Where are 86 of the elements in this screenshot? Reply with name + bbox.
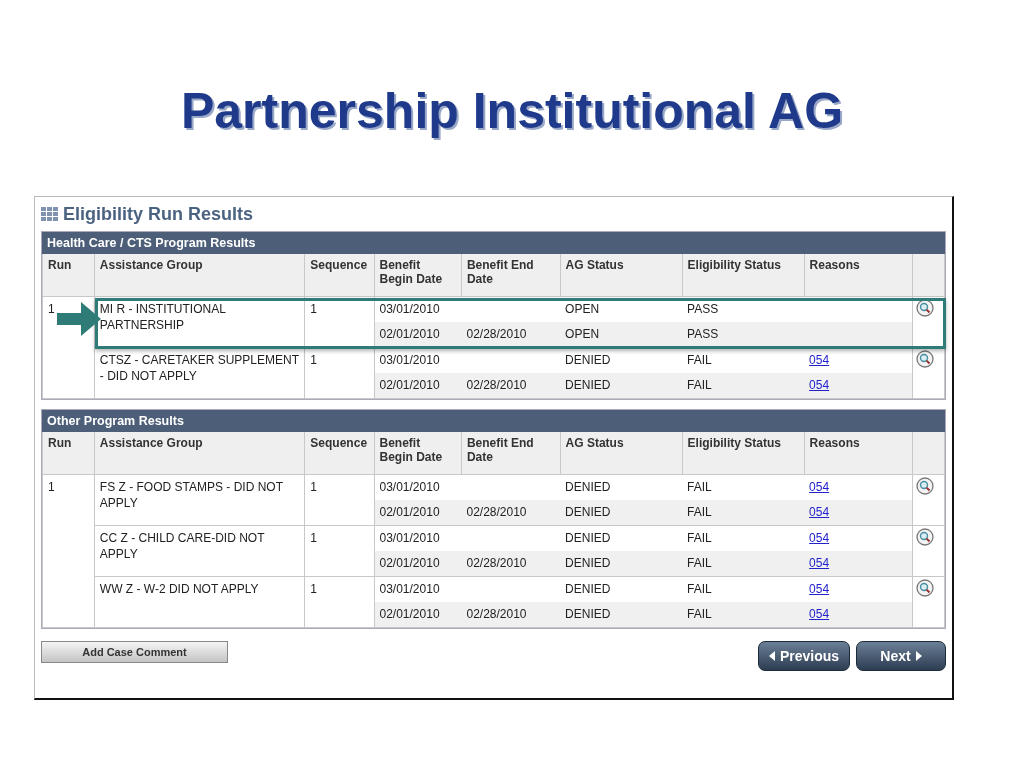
reason-link[interactable]: 054 — [809, 378, 830, 392]
column-header: Benefit End Date — [461, 254, 561, 297]
table-cell: FAIL — [687, 582, 712, 596]
table-cell: 1 — [48, 480, 55, 494]
table-cell: FAIL — [687, 505, 712, 519]
add-case-comment-button[interactable]: Add Case Comment — [41, 641, 228, 663]
table-cell: 03/01/2010 — [379, 353, 440, 367]
reason-link[interactable]: 054 — [809, 582, 830, 596]
reason-link[interactable]: 054 — [809, 607, 830, 621]
caret-right-icon — [915, 651, 922, 661]
table-cell: FS Z - FOOD STAMPS - DID NOT APPLY — [99, 480, 283, 510]
column-header: Assistance Group — [94, 432, 305, 475]
section-header: Other Program Results — [42, 410, 945, 432]
column-header: AG Status — [560, 254, 683, 297]
table-cell: FAIL — [687, 378, 712, 392]
search-icon[interactable] — [916, 528, 935, 546]
table-cell: PASS — [687, 327, 719, 341]
table-cell: 02/01/2010 — [379, 505, 440, 519]
table-cell: FAIL — [687, 607, 712, 621]
reason-link[interactable]: 054 — [809, 556, 830, 570]
table-cell: WW Z - W-2 DID NOT APPLY — [99, 582, 259, 596]
table-cell: 1 — [310, 353, 318, 367]
caret-left-icon — [768, 651, 775, 661]
next-button[interactable]: Next — [856, 641, 946, 671]
table-cell: 1 — [48, 302, 55, 316]
table-cell: DENIED — [565, 353, 611, 367]
column-header: Sequence — [304, 254, 374, 297]
table-cell: DENIED — [565, 556, 611, 570]
table-cell: 03/01/2010 — [379, 480, 440, 494]
column-header: Reasons — [804, 254, 913, 297]
table-cell: 1 — [310, 582, 318, 596]
table-cell: DENIED — [565, 582, 611, 596]
reason-link[interactable]: 054 — [809, 531, 830, 545]
column-header: Benefit End Date — [461, 432, 561, 475]
column-header: Benefit Begin Date — [374, 432, 462, 475]
reason-link[interactable]: 054 — [809, 480, 830, 494]
arrow-icon — [57, 301, 102, 336]
search-icon[interactable] — [916, 477, 935, 495]
column-header: Reasons — [804, 432, 913, 475]
table-cell: DENIED — [565, 607, 611, 621]
table-cell: 03/01/2010 — [379, 582, 440, 596]
column-header: Sequence — [304, 432, 374, 475]
search-icon[interactable] — [916, 350, 935, 368]
window-title: Eligibility Run Results — [63, 203, 254, 225]
search-icon[interactable] — [916, 579, 935, 597]
table-cell: 02/01/2010 — [379, 556, 440, 570]
table-cell: 02/28/2010 — [466, 327, 527, 341]
reason-link[interactable]: 054 — [809, 353, 830, 367]
table-cell: 02/01/2010 — [379, 327, 440, 341]
table-cell: OPEN — [565, 327, 600, 341]
column-header: AG Status — [560, 432, 683, 475]
table-cell: 02/28/2010 — [466, 378, 527, 392]
table-cell: 02/28/2010 — [466, 607, 527, 621]
previous-button[interactable]: Previous — [758, 641, 850, 671]
column-header: Eligibility Status — [682, 432, 805, 475]
table-cell: 1 — [310, 302, 318, 316]
table-cell: 03/01/2010 — [379, 302, 440, 316]
column-header: Benefit Begin Date — [374, 254, 462, 297]
table-cell: DENIED — [565, 378, 611, 392]
table-cell: FAIL — [687, 531, 712, 545]
table-cell: 02/01/2010 — [379, 607, 440, 621]
table-cell: 02/28/2010 — [466, 505, 527, 519]
table-cell: OPEN — [565, 302, 600, 316]
table-cell: FAIL — [687, 353, 712, 367]
table-cell: FAIL — [687, 556, 712, 570]
table-cell: 1 — [310, 531, 318, 545]
column-header: Run — [42, 254, 95, 297]
table-cell: CTSZ - CARETAKER SUPPLEMENT - DID NOT APPLY — [99, 353, 299, 383]
table-cell: PASS — [687, 302, 719, 316]
table-cell: FAIL — [687, 480, 712, 494]
table-cell: DENIED — [565, 531, 611, 545]
table-cell: CC Z - CHILD CARE-DID NOT APPLY — [99, 531, 265, 561]
table-cell: 03/01/2010 — [379, 531, 440, 545]
table-cell: 02/28/2010 — [466, 556, 527, 570]
section-header: Health Care / CTS Program Results — [42, 232, 945, 254]
column-header: Run — [42, 432, 95, 475]
table-cell: 02/01/2010 — [379, 378, 440, 392]
table-cell: DENIED — [565, 505, 611, 519]
reason-link[interactable]: 054 — [809, 505, 830, 519]
column-header: Eligibility Status — [682, 254, 805, 297]
table-cell: MI R - INSTITUTIONAL PARTNERSHIP — [99, 302, 226, 332]
slide-title: Partnership Institutional AG — [180, 82, 844, 140]
grid-icon — [41, 207, 59, 221]
table-cell: DENIED — [565, 480, 611, 494]
column-header: Assistance Group — [94, 254, 305, 297]
table-cell: 1 — [310, 480, 318, 494]
